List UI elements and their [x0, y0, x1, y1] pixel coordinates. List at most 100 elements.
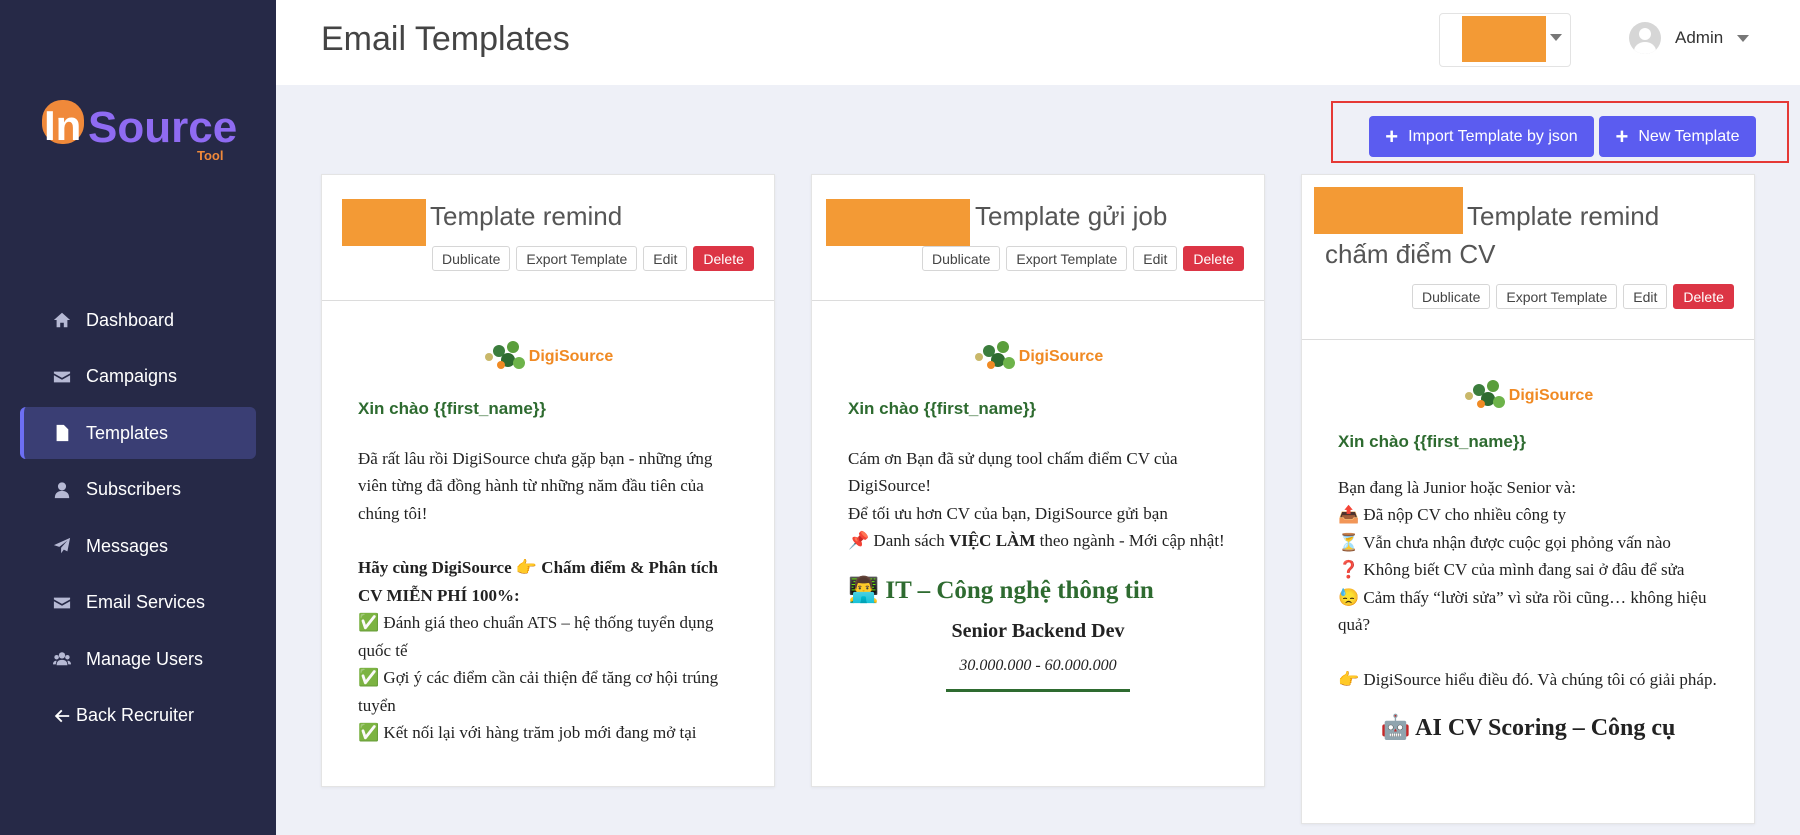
- body-line: ❓ Không biết CV của mình đang sai ở đâu …: [1338, 560, 1685, 579]
- job-list-highlight: VIỆC LÀM: [948, 531, 1036, 550]
- sidebar-item-label: Messages: [86, 535, 169, 556]
- job-list-prefix: 📌 Danh sách: [848, 531, 949, 550]
- section-heading: 👨‍💻 IT – Công nghệ thông tin: [848, 576, 1154, 604]
- edit-button[interactable]: Edit: [643, 246, 688, 271]
- sidebar-item-label: Email Services: [86, 592, 206, 612]
- svg-text:In: In: [44, 102, 81, 149]
- job-title: Senior Backend Dev: [951, 620, 1125, 642]
- language-select[interactable]: [1439, 13, 1571, 67]
- card-header: Template gửi job Dublicate Export Templa…: [812, 175, 1264, 301]
- sidebar-item-back-recruiter[interactable]: Back Recruiter: [20, 690, 256, 742]
- brand-name: DigiSource: [1508, 387, 1594, 405]
- body-line: ⏳ Vẫn chưa nhận được cuộc gọi phỏng vấn …: [1338, 532, 1671, 552]
- card-actions: Dublicate Export Template Edit Delete: [922, 246, 1244, 271]
- bullet-item: ✅ Kết nối lại với hàng trăm job mới đang…: [358, 723, 697, 742]
- plus-icon: +: [1385, 123, 1399, 149]
- sidebar-item-label: Back Recruiter: [76, 705, 195, 725]
- edit-button[interactable]: Edit: [1133, 246, 1178, 271]
- template-actions: + Import Template by json + New Template: [1331, 101, 1789, 163]
- delete-button[interactable]: Delete: [1183, 246, 1244, 271]
- digisource-logo: DigiSource: [1338, 378, 1718, 414]
- digisource-logo: DigiSource: [358, 339, 738, 375]
- new-template-button[interactable]: + New Template: [1599, 116, 1756, 157]
- sidebar-item-label: Templates: [86, 422, 169, 443]
- sidebar-item-dashboard[interactable]: Dashboard: [20, 294, 256, 346]
- duplicate-button[interactable]: Dublicate: [432, 246, 511, 271]
- headline: 🤖 AI CV Scoring – Công cụ: [1380, 715, 1676, 741]
- greeting: Xin chào {{first_name}}: [848, 399, 1037, 418]
- job-list-text: 📌 Danh sách VIỆC LÀM theo ngành - Mới cậ…: [848, 527, 1228, 555]
- card-actions: Dublicate Export Template Edit Delete: [1412, 284, 1734, 309]
- sidebar-item-messages[interactable]: Messages: [20, 520, 256, 572]
- delete-button[interactable]: Delete: [1673, 284, 1734, 309]
- sidebar-item-manage-users[interactable]: Manage Users: [20, 633, 256, 685]
- delete-button[interactable]: Delete: [693, 246, 754, 271]
- svg-text:Source: Source: [88, 103, 237, 152]
- new-template-label: New Template: [1638, 127, 1740, 145]
- sidebar-item-label: Manage Users: [86, 648, 204, 669]
- card-actions: Dublicate Export Template Edit Delete: [432, 246, 754, 271]
- user-menu[interactable]: Admin: [1629, 22, 1750, 54]
- plus-icon: +: [1615, 123, 1629, 149]
- card-title: Template remind chấm điểm CV: [1325, 201, 1660, 269]
- topbar: Email Templates Admin: [276, 0, 1800, 85]
- job-listing: Senior Backend Dev 30.000.000 - 60.000.0…: [848, 618, 1228, 692]
- brand-name: DigiSource: [528, 348, 614, 366]
- body-line: 📤 Đã nộp CV cho nhiều công ty: [1338, 505, 1567, 524]
- sidebar-item-campaigns[interactable]: Campaigns: [20, 351, 256, 403]
- redacted-thumbnail: [826, 199, 970, 246]
- brand-name: DigiSource: [1018, 348, 1104, 366]
- card-header: Template remind chấm điểm CV Dublicate E…: [1302, 175, 1754, 340]
- card-title: Template remind: [430, 201, 623, 231]
- sidebar: In Source Tool Dashboard Campaigns Templ…: [0, 0, 276, 835]
- cta-text: Hãy cùng DigiSource 👉 Chấm điểm & Phân t…: [358, 558, 718, 605]
- import-template-button[interactable]: + Import Template by json: [1369, 116, 1594, 157]
- duplicate-button[interactable]: Dublicate: [922, 246, 1001, 271]
- sidebar-item-templates[interactable]: Templates: [20, 407, 256, 459]
- duplicate-button[interactable]: Dublicate: [1412, 284, 1491, 309]
- bullet-item: ✅ Đánh giá theo chuẩn ATS – hệ thống tuy…: [358, 613, 714, 660]
- greeting: Xin chào {{first_name}}: [358, 399, 547, 418]
- body-text: Cám ơn Bạn đã sử dụng tool chấm điểm CV …: [848, 448, 1178, 496]
- card-title: Template gửi job: [975, 201, 1168, 231]
- email-preview: DigiSource Xin chào {{first_name}} Cám ơ…: [812, 301, 1264, 692]
- job-list-suffix: theo ngành - Mới cập nhật!: [1035, 531, 1225, 550]
- hexagon-cluster-icon: [973, 339, 1017, 375]
- closing-text: 👉 DigiSource hiểu điều đó. Và chúng tôi …: [1338, 669, 1717, 689]
- envelope-icon: [52, 367, 72, 387]
- body-line: 😓 Cảm thấy “lười sửa” vì sửa rồi cũng… k…: [1338, 587, 1707, 635]
- sidebar-nav: Dashboard Campaigns Templates Subscriber…: [20, 294, 256, 746]
- card-header: Template remind Dublicate Export Templat…: [322, 175, 774, 301]
- arrow-left-icon: [52, 706, 72, 726]
- body-text: Để tối ưu hơn CV của bạn, DigiSource gửi…: [848, 503, 1168, 523]
- sidebar-item-label: Dashboard: [86, 309, 175, 330]
- home-icon: [52, 310, 72, 330]
- export-template-button[interactable]: Export Template: [1496, 284, 1618, 309]
- avatar: [1629, 22, 1661, 54]
- divider: [946, 689, 1130, 692]
- edit-button[interactable]: Edit: [1623, 284, 1668, 309]
- envelope-icon: [52, 593, 72, 613]
- import-template-label: Import Template by json: [1408, 127, 1578, 145]
- svg-text:Tool: Tool: [197, 148, 223, 163]
- intro-text: Đã rất lâu rồi DigiSource chưa gặp bạn -…: [358, 448, 713, 523]
- insource-logo[interactable]: In Source Tool: [42, 100, 242, 170]
- hexagon-cluster-icon: [483, 339, 527, 375]
- body-line: Bạn đang là Junior hoặc Senior và:: [1338, 477, 1576, 497]
- page-title: Email Templates: [321, 20, 570, 58]
- sidebar-item-email-services[interactable]: Email Services: [20, 577, 256, 629]
- paper-plane-icon: [52, 536, 72, 556]
- email-preview: DigiSource Xin chào {{first_name}} Đã rấ…: [322, 301, 774, 747]
- bullet-item: ✅ Gợi ý các điểm cần cải thiện để tăng c…: [358, 668, 719, 715]
- greeting: Xin chào {{first_name}}: [1338, 432, 1527, 451]
- template-card: Template remind chấm điểm CV Dublicate E…: [1301, 174, 1755, 824]
- chevron-down-icon: [1737, 34, 1750, 42]
- redacted-flag: [1462, 16, 1546, 62]
- template-card: Template remind Dublicate Export Templat…: [321, 174, 775, 787]
- export-template-button[interactable]: Export Template: [1006, 246, 1128, 271]
- sidebar-item-label: Campaigns: [86, 366, 178, 386]
- redacted-thumbnail: [342, 199, 426, 246]
- export-template-button[interactable]: Export Template: [516, 246, 638, 271]
- sidebar-item-subscribers[interactable]: Subscribers: [20, 464, 256, 516]
- email-preview: DigiSource Xin chào {{first_name}} Bạn đ…: [1302, 340, 1754, 743]
